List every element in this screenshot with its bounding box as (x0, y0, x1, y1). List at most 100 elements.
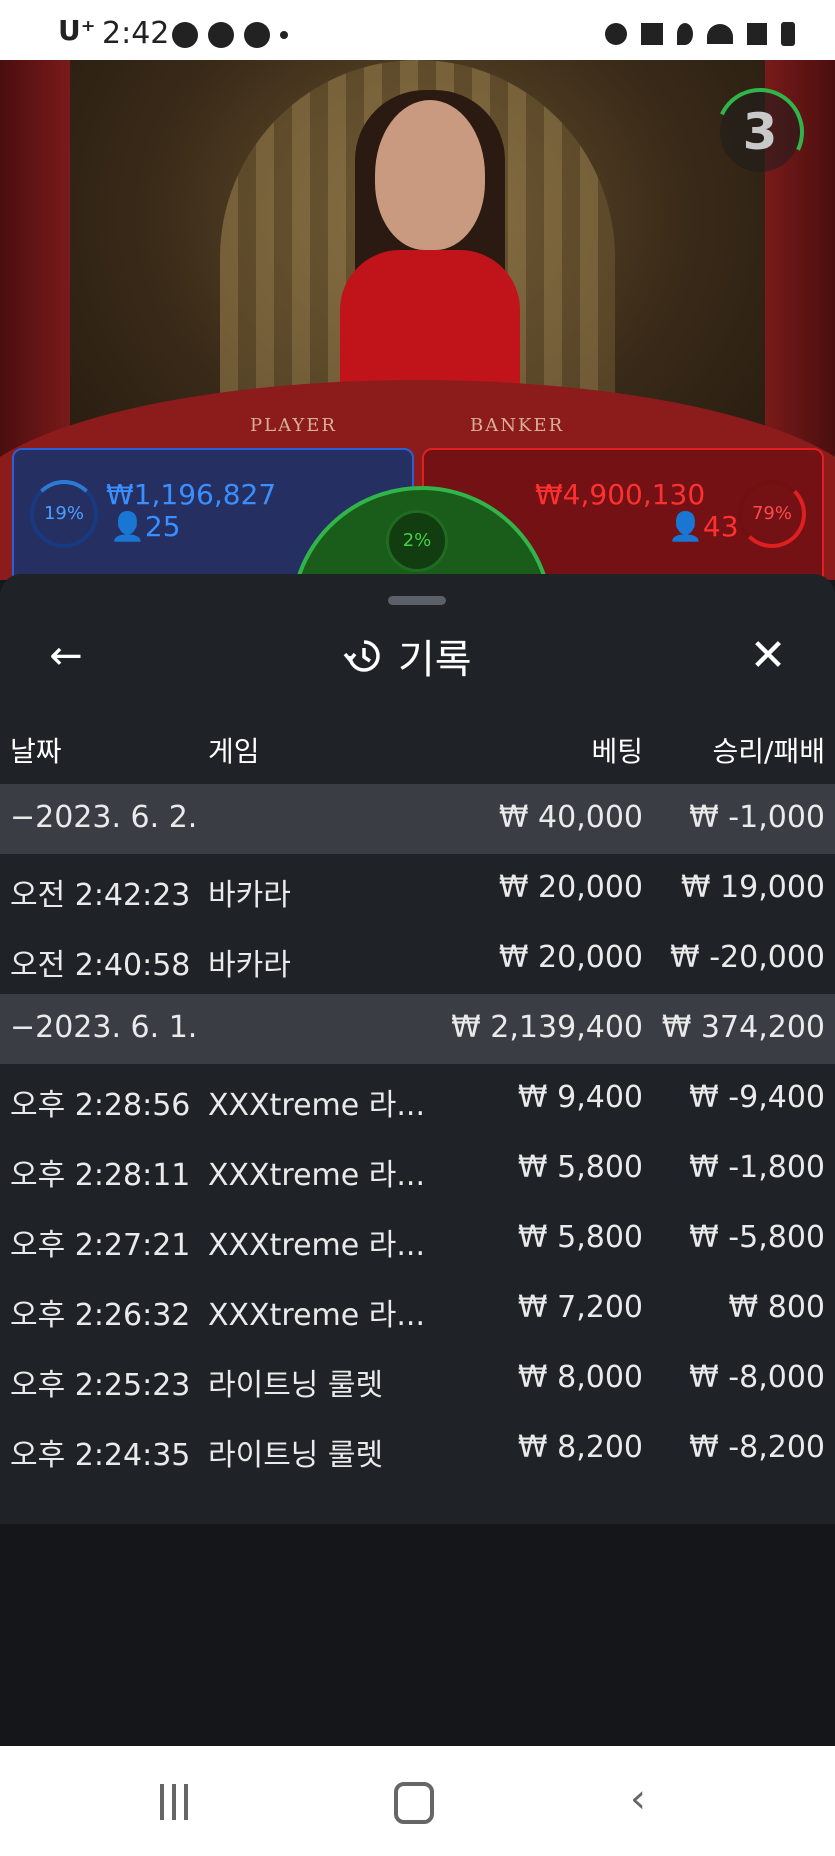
row-bet-amount: ₩ 5,800 (517, 1150, 643, 1185)
row-result-amount: ₩ -1,800 (689, 1150, 825, 1185)
row-result-amount: ₩ 374,200 (661, 1010, 825, 1045)
row-date: 오전 2:42:23 (10, 878, 191, 913)
row-bet-amount: ₩ 9,400 (517, 1080, 643, 1115)
row-result-amount: ₩ -8,000 (689, 1360, 825, 1395)
mute-icon (641, 23, 663, 45)
notification-icons (172, 22, 288, 48)
history-panel: ← 기록 ✕ 날짜 게임 베팅 승리/패배 −2023. 6. 2. ₩ 40,0… (0, 574, 835, 1524)
player-bet-total: ₩1,196,827 (106, 478, 277, 511)
player-count-value: 25 (144, 510, 181, 543)
person-icon: 👤 (110, 510, 145, 543)
back-nav-button[interactable]: ‹ (630, 1776, 660, 1822)
row-bet-amount: ₩ 8,000 (517, 1360, 643, 1395)
more-notifications-icon (280, 31, 288, 39)
history-row[interactable]: 오후 2:24:35 라이트닝 룰렛 ₩ 8,200 ₩ -8,200 (0, 1414, 835, 1484)
history-row[interactable]: 오후 2:28:56 XXXtreme 라... ₩ 9,400 ₩ -9,400 (0, 1064, 835, 1134)
alarm-icon (605, 23, 627, 45)
carrier-label: U⁺ (58, 14, 96, 47)
row-game: XXXtreme 라... (208, 1228, 425, 1263)
row-game: XXXtreme 라... (208, 1088, 425, 1123)
close-button[interactable]: ✕ (744, 632, 792, 680)
recent-apps-button[interactable] (160, 1784, 200, 1820)
curtain-left (0, 60, 70, 480)
row-game: 바카라 (208, 948, 291, 983)
row-game: XXXtreme 라... (208, 1158, 425, 1193)
history-row[interactable]: 오후 2:25:23 라이트닝 룰렛 ₩ 8,000 ₩ -8,000 (0, 1344, 835, 1414)
column-header-game: 게임 (208, 735, 260, 768)
row-result-amount: ₩ 800 (728, 1290, 825, 1325)
app-notification-icon (244, 22, 270, 48)
system-nav-bar: ‹ (0, 1746, 835, 1856)
player-percent-ring: 19% (30, 480, 98, 548)
banker-count-value: 43 (702, 510, 739, 543)
history-row[interactable]: 오후 2:26:32 XXXtreme 라... ₩ 7,200 ₩ 800 (0, 1274, 835, 1344)
row-game: 라이트닝 룰렛 (208, 1438, 384, 1473)
wifi-icon (707, 24, 733, 44)
status-bar: U⁺ 2:42 (0, 0, 835, 60)
app-notification-icon (172, 22, 198, 48)
home-button[interactable] (394, 1782, 434, 1824)
arrow-left-icon: ← (49, 633, 83, 679)
system-icons (605, 22, 795, 46)
date-group-row[interactable]: −2023. 6. 2. ₩ 40,000 ₩ -1,000 (0, 784, 835, 854)
page-title: 기록 (398, 637, 472, 683)
row-date: 오전 2:40:58 (10, 948, 191, 983)
chevron-left-icon: ‹ (630, 1776, 646, 1822)
back-button[interactable]: ← (42, 632, 90, 680)
row-bet-amount: ₩ 20,000 (498, 940, 643, 975)
row-bet-amount: ₩ 40,000 (498, 800, 643, 835)
column-header-result: 승리/패배 (712, 735, 825, 768)
row-result-amount: ₩ -1,000 (689, 800, 825, 835)
column-header-date: 날짜 (10, 735, 62, 768)
row-bet-amount: ₩ 8,200 (517, 1430, 643, 1465)
banker-bet-total: ₩4,900,130 (535, 478, 706, 511)
recent-apps-icon (172, 1784, 176, 1820)
row-result-amount: ₩ -5,800 (689, 1220, 825, 1255)
row-bet-amount: ₩ 20,000 (498, 870, 643, 905)
table-header: 날짜 게임 베팅 승리/패배 (0, 722, 835, 772)
history-table: −2023. 6. 2. ₩ 40,000 ₩ -1,000 오전 2:42:23 바카… (0, 784, 835, 1484)
location-icon (677, 23, 693, 45)
status-time: 2:42 (102, 16, 170, 51)
row-game: XXXtreme 라... (208, 1298, 425, 1333)
table-label-banker: BANKER (470, 415, 565, 436)
row-date: 오후 2:28:56 (10, 1088, 191, 1123)
player-bettor-count: 👤25 (110, 510, 181, 543)
battery-icon (781, 22, 795, 46)
row-bet-amount: ₩ 5,800 (517, 1220, 643, 1255)
row-result-amount: ₩ -8,200 (689, 1430, 825, 1465)
app-notification-icon (208, 22, 234, 48)
close-icon: ✕ (749, 630, 787, 681)
recent-apps-icon (160, 1784, 164, 1820)
row-result-amount: ₩ -20,000 (670, 940, 825, 975)
round-timer: 3 (703, 75, 817, 189)
row-date: −2023. 6. 1. (10, 1010, 198, 1045)
history-row[interactable]: 오전 2:40:58 바카라 ₩ 20,000 ₩ -20,000 (0, 924, 835, 994)
drag-handle[interactable] (388, 596, 446, 605)
row-date: 오후 2:28:11 (10, 1158, 191, 1193)
timer-value: 3 (742, 103, 778, 161)
tie-percent-ring: 2% (386, 510, 448, 572)
history-icon (343, 640, 380, 672)
recent-apps-icon (184, 1784, 188, 1820)
dealer-face (375, 100, 485, 250)
person-icon: 👤 (668, 510, 703, 543)
table-label-player: PLAYER (250, 415, 337, 436)
sheet-bottom-area (0, 1524, 835, 1746)
row-date: 오후 2:27:21 (10, 1228, 191, 1263)
row-date: 오후 2:24:35 (10, 1438, 191, 1473)
banker-bettor-count: 👤43 (668, 510, 739, 543)
history-row[interactable]: 오전 2:42:23 바카라 ₩ 20,000 ₩ 19,000 (0, 854, 835, 924)
sheet-header: 기록 (342, 628, 472, 684)
column-header-bet: 베팅 (591, 735, 643, 768)
history-row[interactable]: 오후 2:27:21 XXXtreme 라... ₩ 5,800 ₩ -5,800 (0, 1204, 835, 1274)
row-game: 바카라 (208, 878, 291, 913)
row-game: 라이트닝 룰렛 (208, 1368, 384, 1403)
history-row[interactable]: 오후 2:28:11 XXXtreme 라... ₩ 5,800 ₩ -1,800 (0, 1134, 835, 1204)
row-date: 오후 2:25:23 (10, 1368, 191, 1403)
signal-icon (747, 23, 767, 45)
date-group-row[interactable]: −2023. 6. 1. ₩ 2,139,400 ₩ 374,200 (0, 994, 835, 1064)
row-bet-amount: ₩ 7,200 (517, 1290, 643, 1325)
history-sheet: ← 기록 ✕ 날짜 게임 베팅 승리/패배 −2023. 6. 2. ₩ 40,0… (0, 574, 835, 1746)
row-result-amount: ₩ 19,000 (680, 870, 825, 905)
